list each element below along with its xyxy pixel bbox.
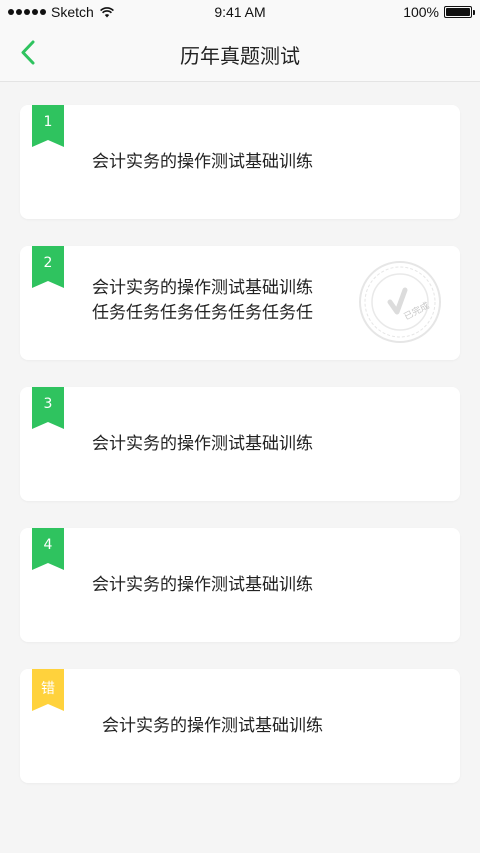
status-right: 100% <box>403 4 475 20</box>
status-bar: Sketch 9:41 AM 100% <box>0 0 480 26</box>
badge-label: 4 <box>43 537 53 553</box>
nav-bar: 历年真题测试 <box>0 26 480 82</box>
list-item[interactable]: 3 会计实务的操作测试基础训练 <box>20 387 460 501</box>
list-item[interactable]: 1 会计实务的操作测试基础训练 <box>20 105 460 219</box>
list-item[interactable]: 4 会计实务的操作测试基础训练 <box>20 528 460 642</box>
item-title-line1: 会计实务的操作测试基础训练 <box>102 716 323 736</box>
wrong-badge: 错 <box>32 669 64 711</box>
badge-label: 3 <box>43 396 53 412</box>
item-title: 会计实务的操作测试基础训练 <box>92 432 420 457</box>
number-badge: 1 <box>32 105 64 147</box>
list-item[interactable]: 2 会计实务的操作测试基础训练 任务任务任务任务任务任务任 已完成 <box>20 246 460 360</box>
number-badge: 2 <box>32 246 64 288</box>
item-title-line1: 会计实务的操作测试基础训练 <box>92 152 313 172</box>
stamp-label: 已完成 <box>402 299 431 322</box>
badge-label: 2 <box>43 255 53 271</box>
item-title: 会计实务的操作测试基础训练 <box>92 150 420 175</box>
item-title-line1: 会计实务的操作测试基础训练 <box>92 575 313 595</box>
item-title-line1: 会计实务的操作测试基础训练 <box>92 434 313 454</box>
badge-label: 错 <box>41 681 55 697</box>
item-title: 会计实务的操作测试基础训练 <box>92 573 420 598</box>
completed-stamp-icon: 已完成 <box>358 260 442 344</box>
number-badge: 3 <box>32 387 64 429</box>
badge-label: 1 <box>43 114 53 130</box>
page-title: 历年真题测试 <box>180 44 300 68</box>
battery-percent: 100% <box>403 4 439 20</box>
battery-icon <box>444 6 475 18</box>
exam-list: 1 会计实务的操作测试基础训练 2 会计实务的操作测试基础训练 任务任务任务任务… <box>20 105 460 810</box>
number-badge: 4 <box>32 528 64 570</box>
list-item-wrong[interactable]: 错 会计实务的操作测试基础训练 <box>20 669 460 783</box>
item-title: 会计实务的操作测试基础训练 <box>102 714 420 739</box>
